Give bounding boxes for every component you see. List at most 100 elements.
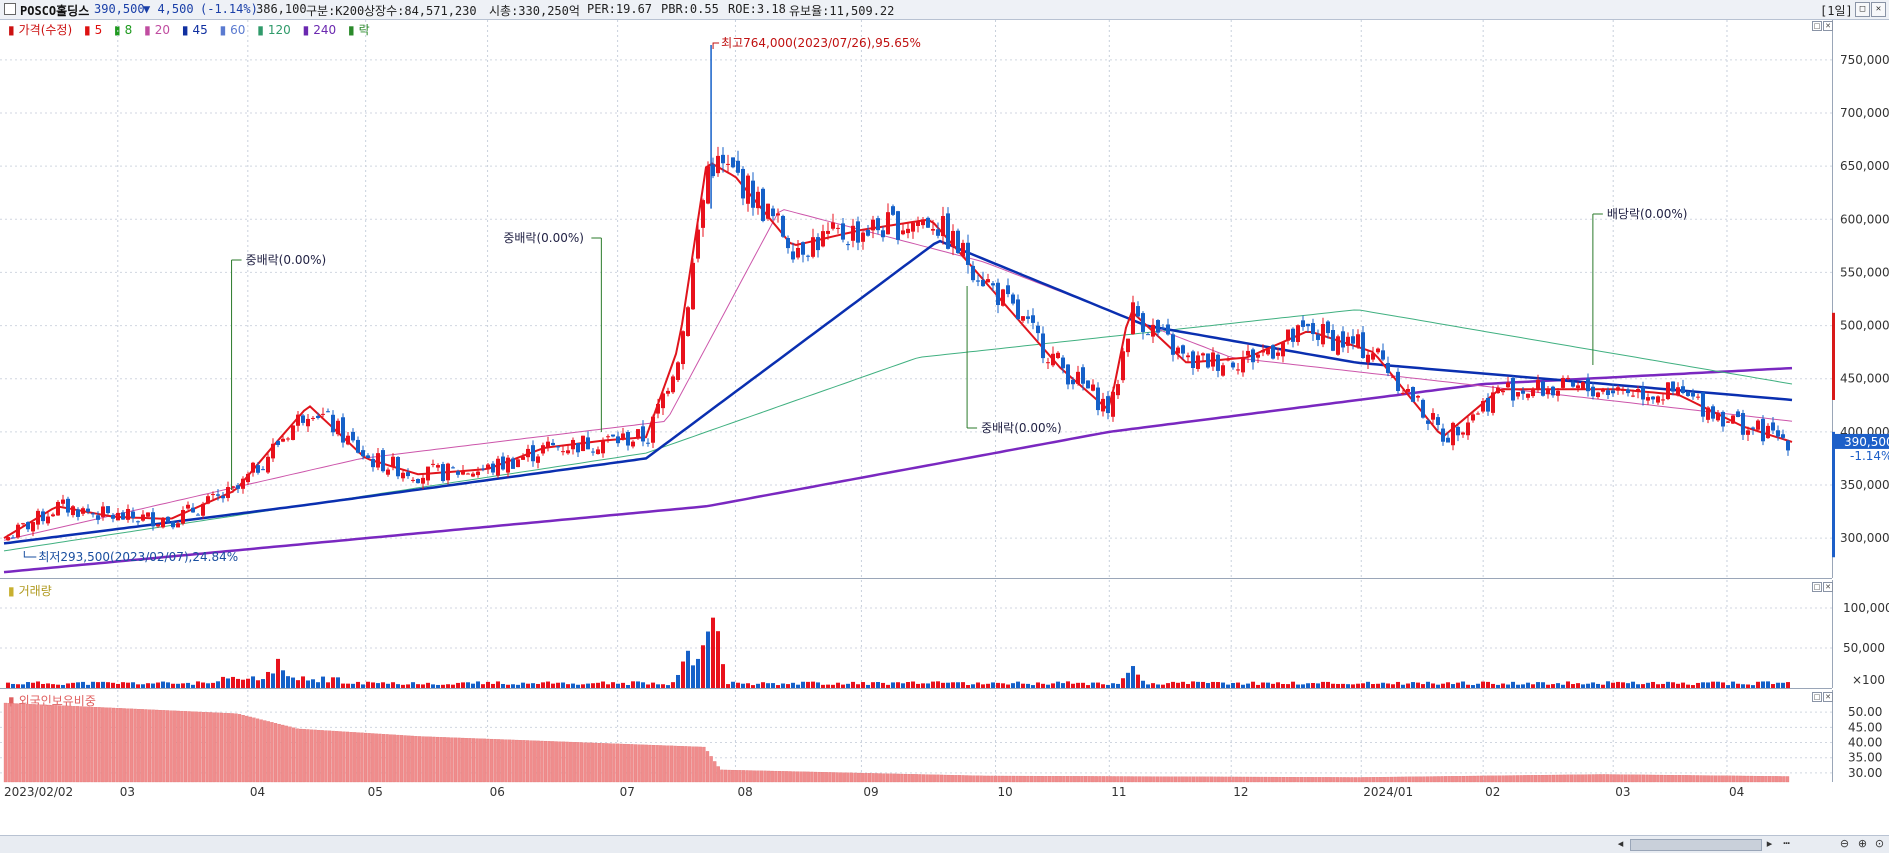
volume-bar <box>136 684 140 688</box>
foreign-bar <box>986 775 990 783</box>
volume-bar <box>1381 682 1385 688</box>
scroll-left-icon[interactable]: ◂ <box>1614 837 1627 850</box>
candle-body <box>581 435 585 452</box>
foreign-bar <box>1206 776 1210 783</box>
foreign-bar <box>749 770 753 783</box>
candle <box>136 520 140 526</box>
candle <box>1341 326 1345 353</box>
chart-canvas[interactable]: 2023/02/02 03 04 05 06 07 08 09 10 11 12 2024/01 02 0… <box>0 0 1889 852</box>
foreign-bar <box>1307 777 1311 783</box>
volume-bar <box>306 680 310 688</box>
foreign-bar <box>1742 775 1746 783</box>
zoom-out-icon[interactable]: ⊖ <box>1838 837 1851 850</box>
foreign-bar <box>1692 775 1696 783</box>
foreign-bar <box>702 746 706 783</box>
candle-body <box>1491 392 1495 413</box>
candle-body <box>1686 391 1690 396</box>
volume-bar <box>316 682 320 688</box>
foreign-bar <box>381 734 386 783</box>
candle <box>956 228 960 254</box>
volume-bar <box>1176 682 1180 688</box>
volume-bar <box>191 684 195 688</box>
foreign-bar <box>407 735 411 783</box>
foreign-bar <box>641 744 645 783</box>
foreign-bar <box>1721 775 1725 783</box>
candle <box>441 461 445 483</box>
volume-bar <box>211 682 215 688</box>
volume-bar <box>1056 681 1060 688</box>
volume-bar <box>821 684 825 688</box>
foreign-bar <box>925 774 929 783</box>
volume-bar <box>1716 681 1720 688</box>
volume-bar <box>696 658 700 688</box>
candle <box>556 445 560 451</box>
candle-body <box>831 222 835 229</box>
volume-bar <box>291 677 295 688</box>
volume-bar <box>326 682 330 688</box>
candle-body <box>146 512 150 517</box>
volume-bar <box>1546 684 1550 688</box>
foreign-bar <box>1656 774 1660 783</box>
candle <box>651 414 655 449</box>
scroll-right-icon[interactable]: ▸ <box>1763 837 1776 850</box>
volume-bar <box>1726 685 1730 688</box>
foreign-bar <box>1659 774 1664 783</box>
candle-body <box>546 441 550 448</box>
foreign-bar <box>767 770 771 783</box>
candle <box>1411 386 1415 403</box>
slider-icon[interactable]: ┅ <box>1780 837 1793 850</box>
candle-body <box>866 230 870 236</box>
candle-body <box>1136 306 1140 317</box>
candle-body <box>1006 285 1010 295</box>
foreign-bar <box>1717 775 1721 783</box>
zoom-in-icon[interactable]: ⊕ <box>1856 837 1869 850</box>
volume-bar <box>331 677 335 688</box>
candle <box>1651 396 1655 404</box>
candle-body <box>611 434 615 437</box>
volume-bar <box>1036 682 1040 688</box>
foreign-bar <box>1469 775 1473 783</box>
candle-body <box>746 175 750 204</box>
volume-bar <box>1481 681 1485 688</box>
volume-bar <box>1276 682 1280 688</box>
candle <box>786 235 790 254</box>
volume-bar <box>271 673 275 688</box>
foreign-bar <box>1321 777 1325 783</box>
foreign-bar <box>824 772 828 783</box>
volume-bar <box>1046 684 1050 688</box>
candle-body <box>586 437 590 450</box>
candle-body <box>1381 350 1385 360</box>
foreign-bar <box>1238 776 1242 783</box>
candle-body <box>1241 357 1245 373</box>
foreign-bar <box>255 718 260 783</box>
volume-bar <box>966 685 970 688</box>
candle-body <box>651 416 655 443</box>
volume-bar <box>1561 684 1565 688</box>
time-scrollbar[interactable] <box>1630 839 1762 851</box>
foreign-bar <box>1281 776 1286 783</box>
volume-bar <box>1321 681 1325 688</box>
candle-body <box>1146 334 1150 336</box>
volume-bar <box>311 679 315 688</box>
volume-bar <box>941 682 945 688</box>
foreign-bar <box>1101 776 1106 783</box>
volume-bar <box>56 684 60 688</box>
foreign-bar <box>662 745 666 783</box>
candle <box>1101 392 1105 417</box>
foreign-bar <box>893 773 897 783</box>
foreign-bar <box>709 756 713 783</box>
candle <box>501 452 505 471</box>
foreign-bar <box>1191 776 1196 783</box>
zoom-reset-icon[interactable]: ⊙ <box>1873 837 1886 850</box>
candle <box>911 222 915 239</box>
volume-bar <box>1506 684 1510 688</box>
foreign-bar <box>1519 775 1523 783</box>
foreign-bar <box>201 711 206 783</box>
candle <box>1021 315 1025 323</box>
candle-body <box>946 213 950 249</box>
foreign-bar <box>47 704 51 783</box>
foreign-bar <box>1285 777 1289 783</box>
candle-body <box>1181 345 1185 354</box>
candle-body <box>1561 377 1565 388</box>
volume-bar <box>1386 683 1390 688</box>
